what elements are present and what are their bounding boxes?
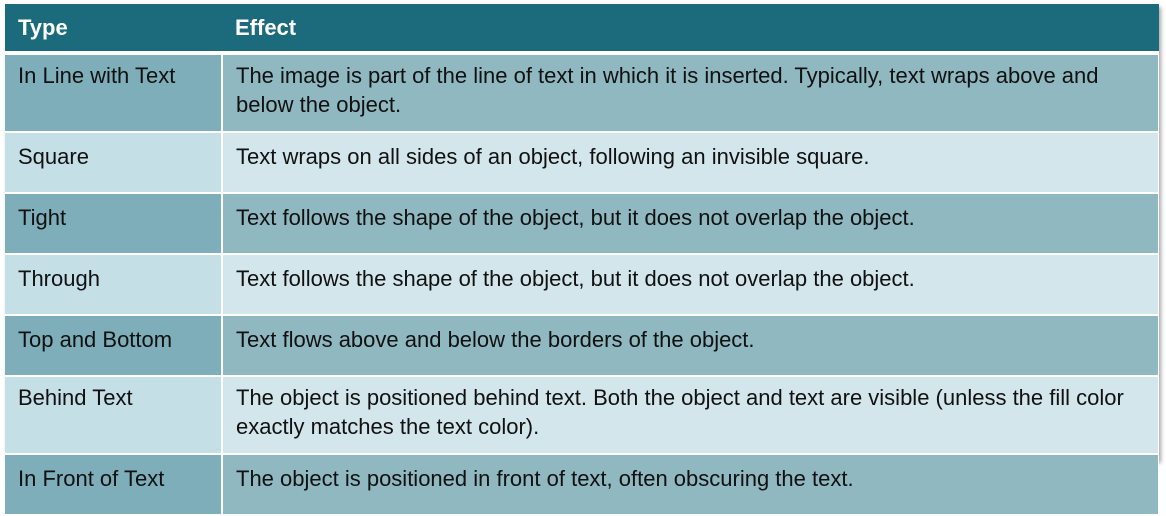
cell-effect: The object is positioned behind text. Bo… bbox=[222, 376, 1159, 455]
cell-effect: Text follows the shape of the object, bu… bbox=[222, 254, 1159, 316]
cell-type: In Line with Text bbox=[5, 53, 223, 133]
cell-effect: The image is part of the line of text in… bbox=[222, 53, 1159, 133]
cell-effect: The object is positioned in front of tex… bbox=[222, 454, 1159, 516]
cell-type: Through bbox=[5, 254, 223, 316]
table-row: Top and Bottom Text flows above and belo… bbox=[5, 315, 1159, 377]
cell-effect: Text flows above and below the borders o… bbox=[222, 315, 1159, 377]
cell-type: Tight bbox=[5, 193, 223, 255]
table-row: In Front of Text The object is positione… bbox=[5, 454, 1159, 516]
cell-type: Square bbox=[5, 132, 223, 194]
table-row: Behind Text The object is positioned beh… bbox=[5, 376, 1159, 455]
wrapping-options-table-container: Type Effect In Line with Text The image … bbox=[5, 4, 1159, 516]
cell-effect: Text wraps on all sides of an object, fo… bbox=[222, 132, 1159, 194]
cell-type: In Front of Text bbox=[5, 454, 223, 516]
header-type: Type bbox=[5, 4, 222, 55]
cell-type: Top and Bottom bbox=[5, 315, 223, 377]
cell-type: Behind Text bbox=[5, 376, 223, 455]
table-row: Tight Text follows the shape of the obje… bbox=[5, 193, 1159, 255]
table-row: Square Text wraps on all sides of an obj… bbox=[5, 132, 1159, 194]
table-row: Through Text follows the shape of the ob… bbox=[5, 254, 1159, 316]
table-header-row: Type Effect bbox=[5, 4, 1159, 55]
cell-effect: Text follows the shape of the object, bu… bbox=[222, 193, 1159, 255]
header-effect: Effect bbox=[222, 4, 1159, 55]
table-row: In Line with Text The image is part of t… bbox=[5, 53, 1159, 133]
wrapping-options-table: Type Effect In Line with Text The image … bbox=[5, 4, 1159, 516]
